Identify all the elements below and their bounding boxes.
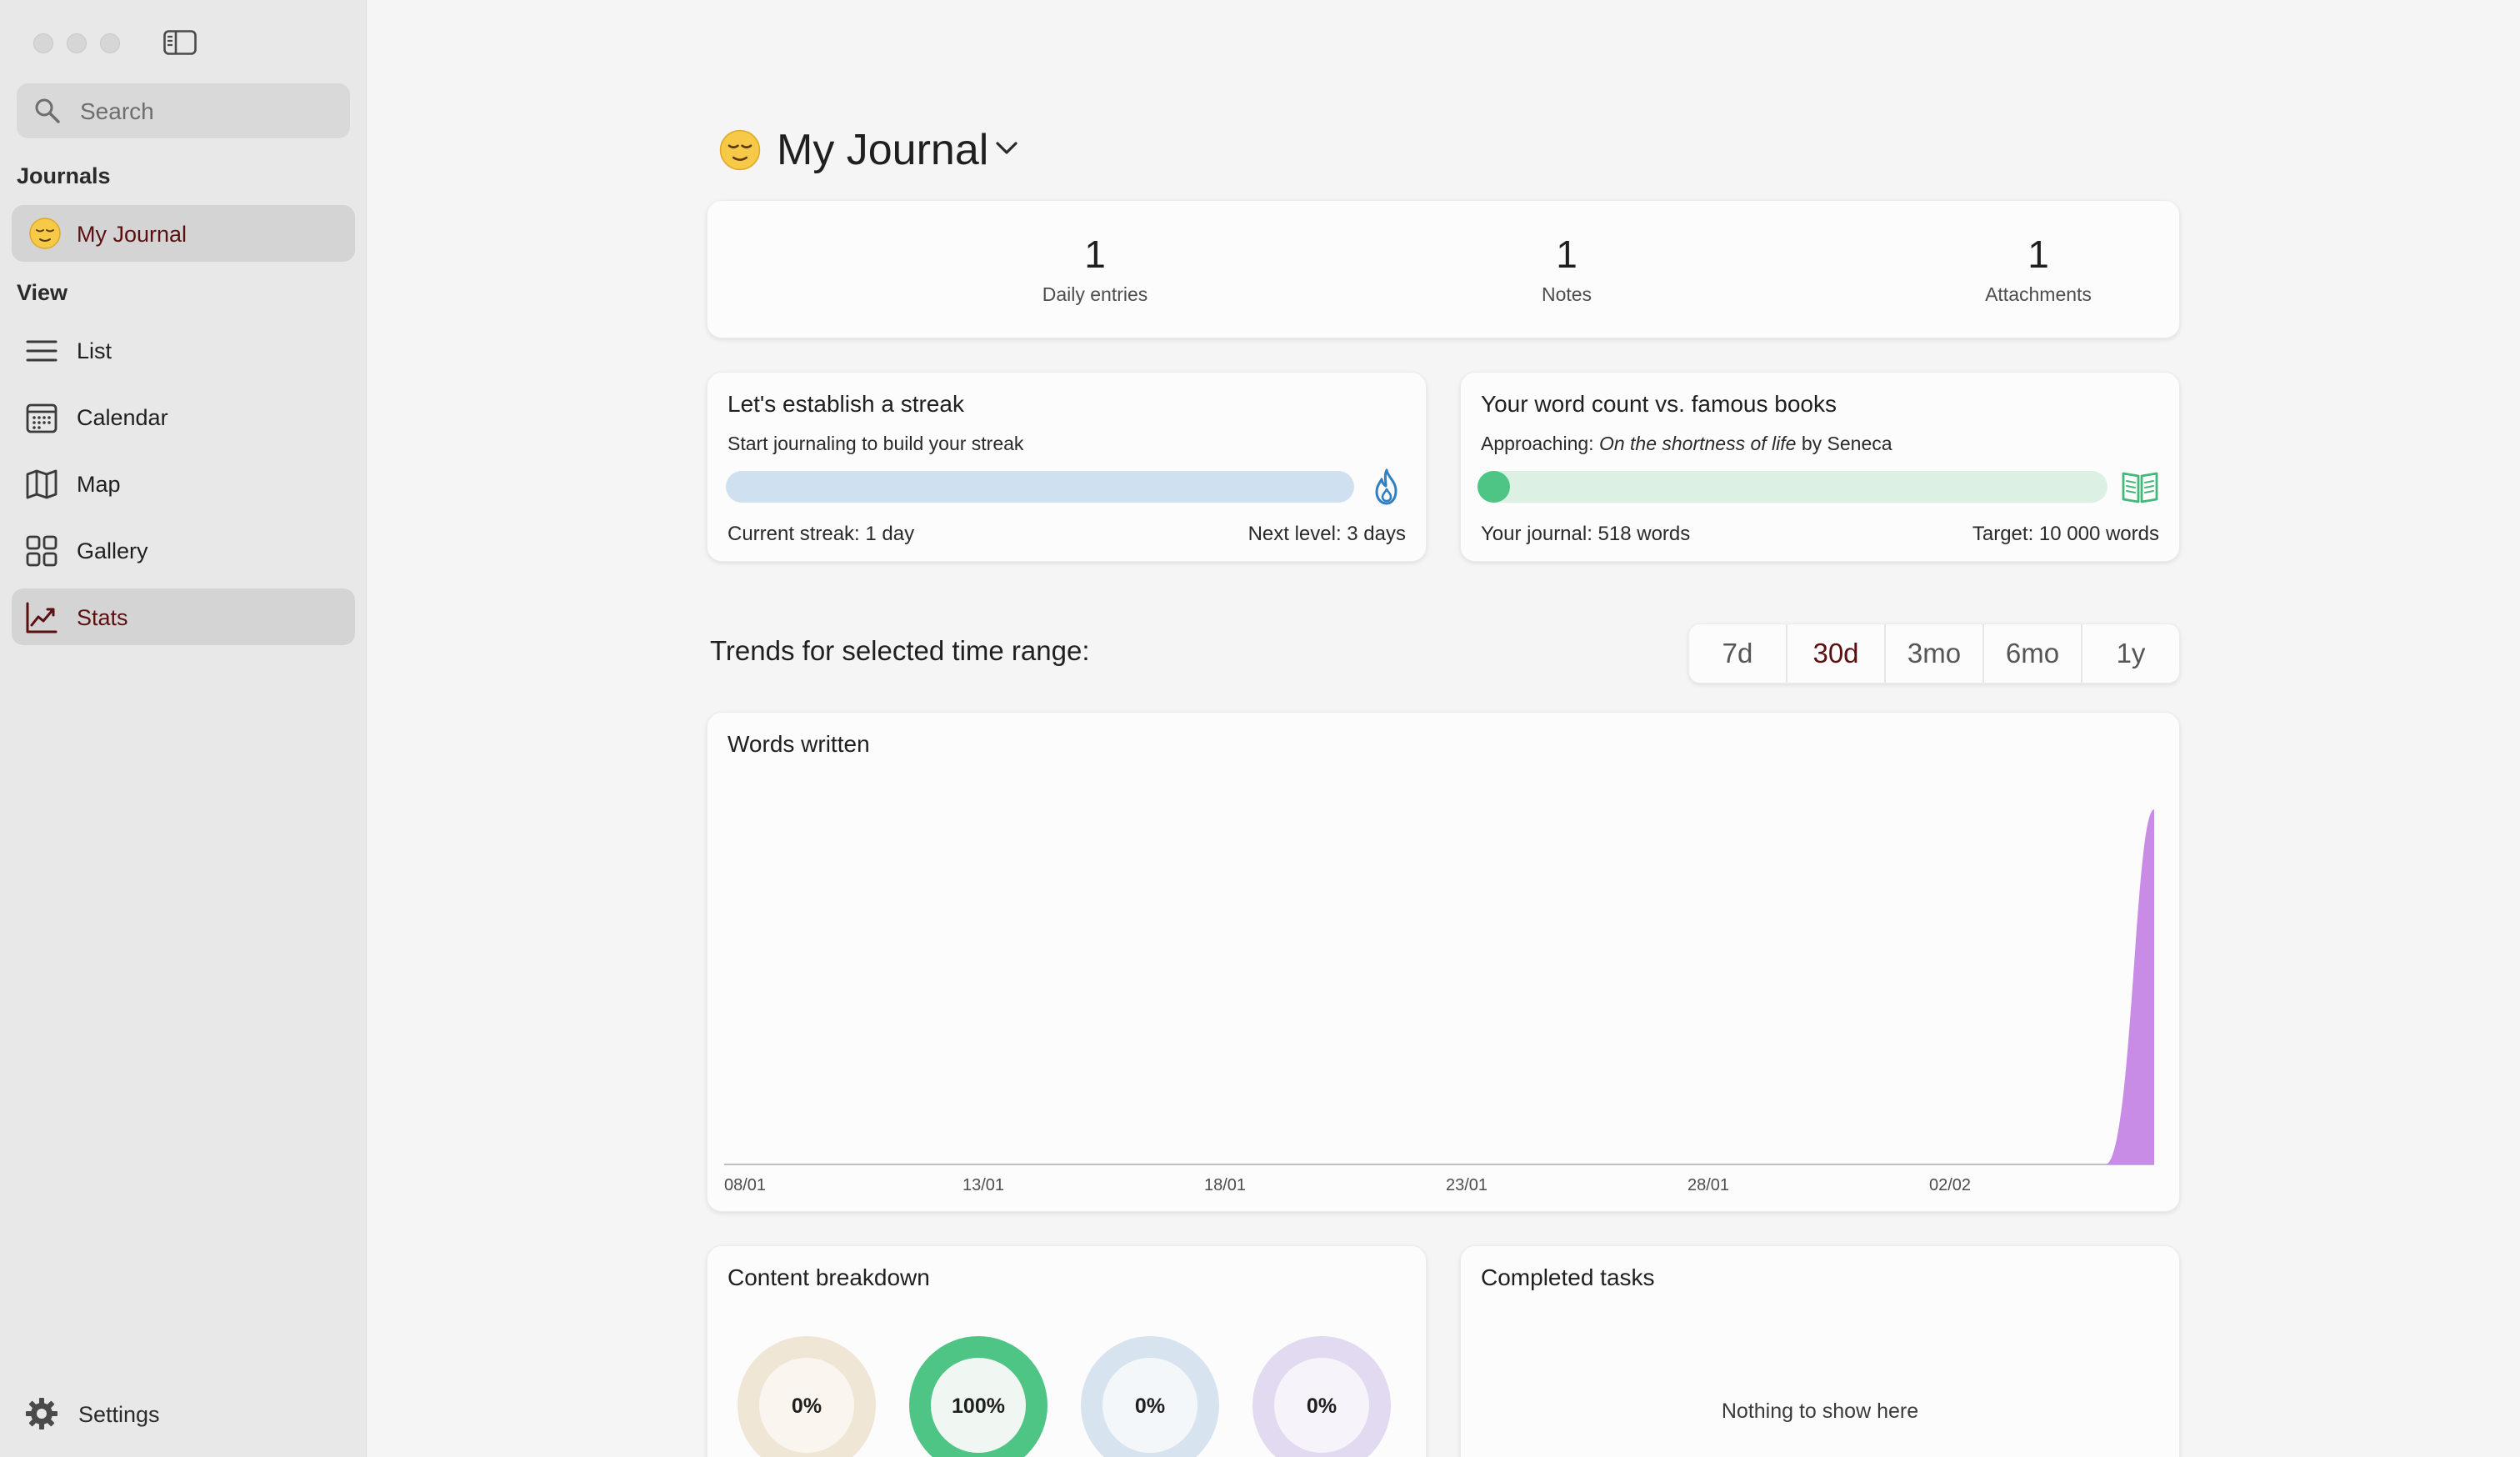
relieved-face-emoji-icon (28, 217, 62, 250)
stat-label: Attachments (1985, 283, 2092, 305)
chevron-down-icon[interactable] (993, 137, 1020, 158)
empty-state-message: Nothing to show here (1721, 1399, 1919, 1423)
x-tick-label: 02/02 (1929, 1176, 1971, 1194)
word-count-progress-fill (1478, 471, 1511, 503)
summary-stats: 1 Daily entries 1 Notes 1 Attachments (707, 200, 2180, 338)
sidebar-item-label: Gallery (77, 538, 148, 563)
journals-heading: Journals (17, 163, 111, 188)
word-count-title: Your word count vs. famous books (1481, 391, 1837, 417)
search-input[interactable]: Search (17, 83, 350, 138)
sidebar-item-stats[interactable]: Stats (12, 588, 355, 645)
donut-percent-label: 100% (952, 1394, 1005, 1418)
donut-chart: 0% (1252, 1336, 1391, 1457)
flame-icon (1369, 468, 1404, 506)
donut-2-svg: 0% (1081, 1336, 1219, 1457)
sidebar-toggle-icon[interactable] (163, 30, 197, 55)
range-7d-button[interactable]: 7d (1689, 624, 1788, 683)
open-book-icon (2121, 469, 2159, 504)
donut-percent-label: 0% (1307, 1394, 1337, 1418)
search-placeholder: Search (80, 98, 154, 124)
words-written-chart: 08/01 13/01 18/01 23/01 28/01 02/02 (724, 809, 2154, 1194)
settings-label: Settings (78, 1402, 160, 1427)
calendar-icon (25, 401, 58, 434)
stat-label: Notes (1541, 283, 1592, 305)
sidebar-item-gallery[interactable]: Gallery (12, 522, 355, 578)
map-icon (25, 468, 58, 501)
approaching-text: Approaching: On the shortness of life by… (1481, 433, 1892, 455)
donut-1-svg: 100% (909, 1336, 1048, 1457)
window-zoom-button[interactable] (100, 33, 120, 53)
range-3mo-button[interactable]: 3mo (1886, 624, 1984, 683)
word-count-progress-bar (1478, 471, 2108, 503)
content-breakdown-title: Content breakdown (728, 1264, 930, 1290)
stat-value: 1 (2028, 233, 2049, 276)
stat-attachments: 1 Attachments (1913, 232, 2163, 306)
journal-word-count: Your journal: 518 words (1481, 523, 1691, 545)
sidebar: Search Journals My Journal View List Cal… (0, 0, 367, 1457)
stat-value: 1 (1084, 233, 1106, 276)
range-6mo-button[interactable]: 6mo (1984, 624, 2082, 683)
sidebar-item-label: Map (77, 472, 121, 497)
window-minimize-button[interactable] (67, 33, 87, 53)
sidebar-item-list[interactable]: List (12, 322, 355, 378)
donut-chart: 0% (1081, 1336, 1219, 1457)
range-30d-button[interactable]: 30d (1788, 624, 1886, 683)
sidebar-item-label: List (77, 338, 112, 363)
stats-icon (25, 601, 58, 634)
range-1y-button[interactable]: 1y (2082, 624, 2179, 683)
content-breakdown-card: Content breakdown 0% 100% 0% 0% (707, 1245, 1427, 1457)
next-level: Next level: 3 days (1248, 523, 1406, 545)
words-written-card: Words written 08/01 13/01 18/01 23/01 28/01 0… (707, 712, 2180, 1212)
approaching-suffix: by Seneca (1796, 433, 1892, 454)
stat-value: 1 (1556, 233, 1578, 276)
relieved-face-emoji-icon (718, 128, 762, 172)
view-heading: View (17, 280, 68, 305)
target-word-count: Target: 10 000 words (1972, 523, 2159, 545)
word-count-card: Your word count vs. famous books Approac… (1460, 372, 2180, 562)
x-tick-label: 28/01 (1688, 1176, 1729, 1194)
search-icon (33, 97, 62, 125)
approaching-prefix: Approaching: (1481, 433, 1599, 454)
donut-percent-label: 0% (1135, 1394, 1165, 1418)
x-tick-label: 23/01 (1446, 1176, 1488, 1194)
current-streak: Current streak: 1 day (728, 523, 915, 545)
words-series-area (738, 809, 2154, 1164)
streak-title: Let's establish a streak (728, 391, 964, 417)
x-tick-label: 13/01 (962, 1176, 1004, 1194)
book-title: On the shortness of life (1598, 433, 1797, 454)
sidebar-item-my-journal[interactable]: My Journal (12, 205, 355, 262)
trends-heading: Trends for selected time range: (710, 635, 1090, 666)
streak-subtitle: Start journaling to build your streak (728, 433, 1024, 454)
list-icon (25, 334, 58, 368)
page-title: My Journal (777, 126, 989, 174)
donut-3-svg: 0% (1252, 1336, 1391, 1457)
streak-card: Let's establish a streak Start journalin… (707, 372, 1427, 562)
gallery-icon (25, 534, 58, 568)
settings-button[interactable]: Settings (25, 1394, 242, 1434)
sidebar-item-label: Stats (77, 605, 128, 630)
time-range-selector: 7d 30d 3mo 6mo 1y (1688, 623, 2180, 683)
sidebar-item-map[interactable]: Map (12, 455, 355, 512)
stat-daily-entries: 1 Daily entries (970, 232, 1220, 306)
stat-label: Daily entries (1042, 283, 1148, 305)
donut-0-svg: 0% (738, 1336, 876, 1457)
sidebar-item-label: My Journal (77, 222, 188, 247)
gear-icon (25, 1397, 58, 1430)
completed-tasks-title: Completed tasks (1481, 1264, 1655, 1290)
window-close-button[interactable] (33, 33, 53, 53)
journal-selector[interactable]: My Journal (718, 125, 1068, 178)
donut-chart: 0% (738, 1336, 876, 1457)
completed-tasks-card: Completed tasks Nothing to show here (1460, 1245, 2180, 1457)
sidebar-item-label: Calendar (77, 405, 168, 430)
sidebar-item-calendar[interactable]: Calendar (12, 388, 355, 445)
x-tick-label: 08/01 (724, 1176, 766, 1194)
stat-notes: 1 Notes (1442, 232, 1692, 306)
streak-progress-bar (726, 471, 1354, 503)
donut-chart: 100% (909, 1336, 1048, 1457)
donut-percent-label: 0% (792, 1394, 822, 1418)
x-tick-label: 18/01 (1204, 1176, 1246, 1194)
